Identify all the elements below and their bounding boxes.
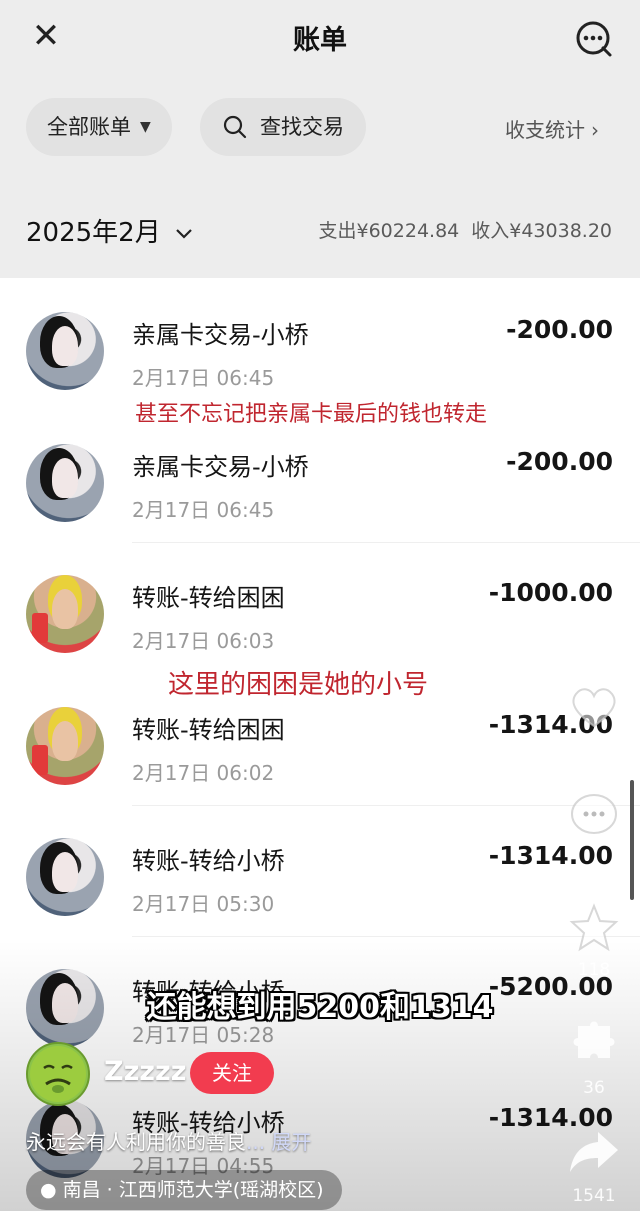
avatar [26,838,104,916]
search-transactions-button[interactable]: 查找交易 [200,98,366,156]
progress-handle[interactable] [630,780,634,900]
caption-text: 永远会有人利用你的善良 [26,1130,246,1154]
search-more-icon[interactable] [570,18,616,58]
video-subtitle: 还能想到用5200和1314 [146,990,494,1025]
transaction-time: 2月17日 06:45 [132,498,275,522]
transaction-row[interactable]: 转账-转给小桥 2月17日 05:30 -1314.00 [0,806,640,937]
income-total: 收入¥43038.20 [471,220,612,242]
sick-emoji-icon [30,1046,86,1102]
follow-button[interactable]: 关注 [190,1052,274,1094]
chevron-down-icon [176,228,192,239]
transaction-time: 2月17日 06:02 [132,761,275,785]
transaction-row[interactable]: 转账-转给困困 2月17日 06:02 -1314.00 [0,675,640,806]
caret-down-icon: ▼ [140,119,151,135]
avatar [26,444,104,522]
share-count: 1541 [572,1186,616,1206]
search-label: 查找交易 [260,115,344,139]
stats-link[interactable]: 收支统计 › [505,114,599,143]
like-count: 1967 [572,738,616,758]
transaction-name: 亲属卡交易-小桥 [132,321,309,349]
search-icon [223,115,247,139]
filter-all-dropdown[interactable]: 全部账单 ▼ [26,98,172,156]
month-label: 2025年2月 [26,218,161,248]
stats-link-label: 收支统计 [505,118,585,142]
transaction-amount: -200.00 [506,447,613,476]
share-icon[interactable] [566,1126,622,1182]
transaction-amount: -1000.00 [488,578,613,607]
transaction-amount: -200.00 [506,315,613,344]
share-mid-count: 36 [583,1078,605,1098]
transaction-time: 2月17日 05:30 [132,892,275,916]
caption-expand[interactable]: ... 展开 [246,1130,311,1154]
avatar [26,575,104,653]
transaction-name: 转账-转给困困 [132,584,285,612]
location-pin-icon: ● [40,1179,57,1201]
avatar [26,707,104,785]
transaction-name: 转账-转给困困 [132,716,285,744]
transaction-name: 转账-转给小桥 [132,847,285,875]
avatar [26,312,104,390]
filter-all-label: 全部账单 [47,115,131,139]
author-name[interactable]: Zzzzz [104,1056,186,1087]
transaction-time: 2月17日 06:03 [132,629,275,653]
month-selector[interactable]: 2025年2月 [26,212,193,249]
transaction-name: 亲属卡交易-小桥 [132,453,309,481]
author-avatar[interactable] [26,1042,90,1106]
favorite-count: 118 [577,960,611,980]
comment-icon[interactable] [566,790,622,846]
transaction-row[interactable]: 亲属卡交易-小桥 2月17日 06:45 -200.00 [0,412,640,543]
transaction-time: 2月17日 06:45 [132,366,275,390]
video-caption[interactable]: 永远会有人利用你的善良... 展开 [26,1126,311,1155]
location-label: 南昌 · 江西师范大学(瑶湖校区) [62,1179,324,1201]
month-summary: 支出¥60224.84 收入¥43038.20 [319,216,613,243]
transaction-row[interactable]: 亲属卡交易-小桥 2月17日 06:45 -200.00 [0,280,640,411]
expense-total: 支出¥60224.84 [318,220,460,242]
transaction-row[interactable]: 转账-转给困困 2月17日 06:03 -1000.00 [0,543,640,674]
heart-icon[interactable] [566,680,622,736]
chevron-right-icon: › [591,118,599,142]
location-tag[interactable]: ● 南昌 · 江西师范大学(瑶湖校区) [26,1170,342,1210]
page-title: 账单 [293,25,347,56]
star-icon[interactable] [566,902,622,958]
